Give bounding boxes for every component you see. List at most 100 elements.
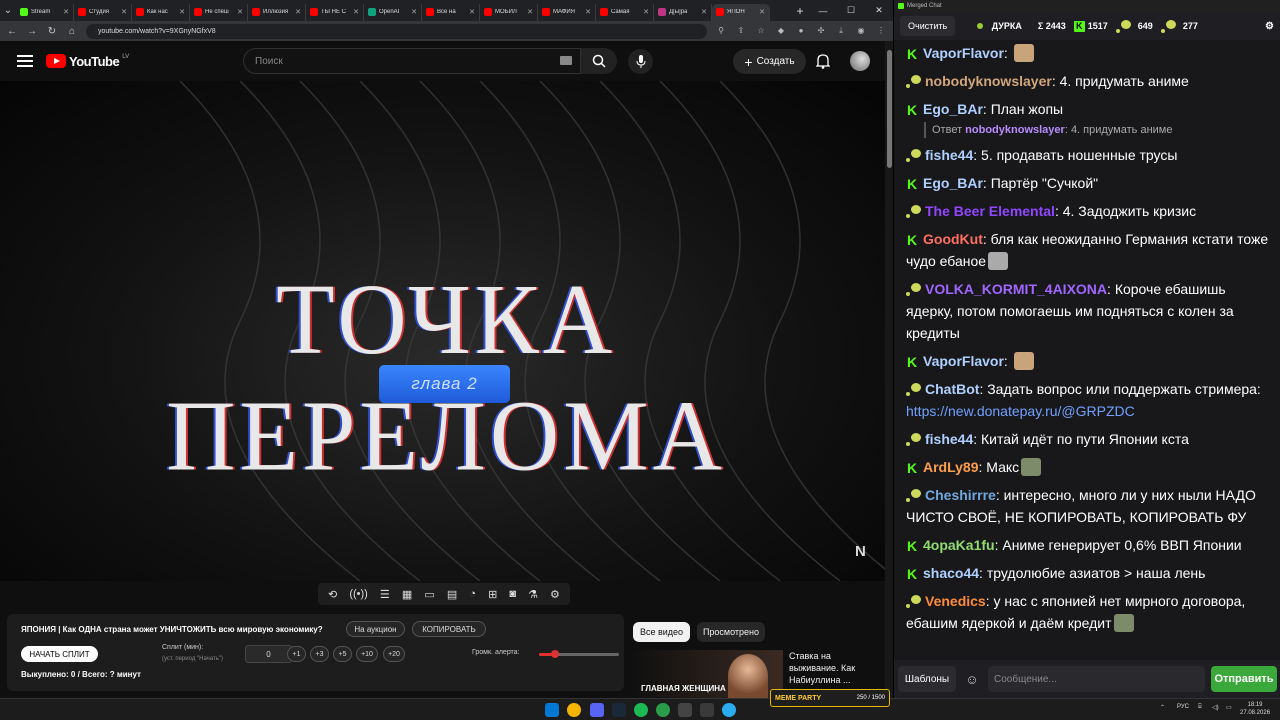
speed-icon[interactable]: ◔ (469, 588, 476, 600)
menu-icon[interactable]: ⋮ (875, 26, 887, 36)
send-button[interactable]: Отправить (1211, 666, 1277, 692)
new-tab-button[interactable]: + (791, 4, 809, 18)
chat-username[interactable]: ChatBot (925, 381, 979, 397)
auction-button[interactable]: На аукцион (346, 621, 405, 637)
obs-icon[interactable] (678, 703, 692, 717)
recommended-thumbnail[interactable]: ГЛАВНАЯ ЖЕНЩИНА (633, 650, 783, 698)
chat-username[interactable]: Ego_BAr (923, 175, 983, 191)
chat-username[interactable]: 4opaKa1fu (923, 537, 995, 553)
search-button[interactable] (581, 48, 617, 74)
youtube-logo[interactable]: YouTube LV (46, 54, 129, 69)
chat-username[interactable]: fishe44 (925, 431, 973, 447)
browser-tab[interactable]: OpenAI ✕ (364, 3, 422, 21)
browser-tab[interactable]: Stream ✕ (16, 3, 74, 21)
app-icon[interactable] (700, 703, 714, 717)
browser-tab[interactable]: ЯПОН ✕ (712, 3, 770, 21)
close-tab-icon[interactable]: ✕ (179, 8, 185, 16)
chat-username[interactable]: The Beer Elemental (925, 203, 1055, 219)
browser-tab[interactable]: Как нас ✕ (132, 3, 190, 21)
close-tab-icon[interactable]: ✕ (63, 8, 69, 16)
chat-settings-gear-icon[interactable]: ⚙ (1265, 21, 1274, 32)
close-tab-icon[interactable]: ✕ (353, 8, 359, 16)
add-clip-icon[interactable]: ⊞ (488, 588, 497, 601)
chip-watched[interactable]: Просмотрено (697, 622, 765, 642)
volume-icon[interactable]: ◁) (1212, 704, 1219, 711)
url-field[interactable]: youtube.com/watch?v=9XGnyNGfxV8 (86, 23, 707, 39)
share-icon[interactable]: ⇪ (735, 26, 747, 36)
chat-username[interactable]: Ego_BAr (923, 101, 983, 117)
voice-search-button[interactable] (628, 49, 653, 74)
video-player[interactable]: ТОЧКА ПЕРЕЛОМА глава 2 N (0, 81, 885, 581)
browser-tab[interactable]: МАФИЯ ✕ (538, 3, 596, 21)
templates-button[interactable]: Шаблоны (898, 666, 956, 692)
increment-button[interactable]: +10 (356, 646, 378, 662)
profile-icon[interactable]: ◉ (855, 26, 867, 36)
chat-username[interactable]: GoodKut (923, 231, 983, 247)
reply-username[interactable]: nobodyknowslayer (965, 124, 1065, 136)
clear-chat-button[interactable]: Очистить (900, 16, 956, 36)
browser-tab[interactable]: Студия ✕ (74, 3, 132, 21)
close-tab-icon[interactable]: ✕ (643, 8, 649, 16)
forward-icon[interactable]: → (26, 26, 38, 37)
browser-tab[interactable]: Самая ✕ (596, 3, 654, 21)
browser-tab[interactable]: Д[ы]ра ✕ (654, 3, 712, 21)
chat-username[interactable]: Cheshirrre (925, 487, 996, 503)
close-tab-icon[interactable]: ✕ (469, 8, 475, 16)
browser-tab[interactable]: Все на ✕ (422, 3, 480, 21)
tray-arrow-icon[interactable]: ⌃ (1160, 704, 1165, 711)
chat-username[interactable]: shaco44 (923, 565, 979, 581)
broadcast-icon[interactable]: ((•)) (349, 588, 368, 600)
extension-icon[interactable]: ◆ (775, 26, 787, 36)
home-icon[interactable]: ⌂ (66, 26, 78, 37)
browser-tab[interactable]: Не спеш ✕ (190, 3, 248, 21)
close-tab-icon[interactable]: ✕ (585, 8, 591, 16)
keyboard-icon[interactable] (560, 56, 572, 65)
back-icon[interactable]: ← (6, 26, 18, 37)
reload-icon[interactable]: ↻ (46, 26, 58, 37)
chrome-icon[interactable] (567, 703, 581, 717)
close-tab-icon[interactable]: ✕ (295, 8, 301, 16)
notifications-bell-icon[interactable] (816, 53, 830, 69)
alert-volume-knob[interactable] (551, 650, 559, 658)
windows-start-icon[interactable] (545, 703, 559, 717)
chat-username[interactable]: VaporFlavor (923, 45, 1004, 61)
chip-all-videos[interactable]: Все видео (633, 622, 690, 642)
chat-username[interactable]: fishe44 (925, 147, 973, 163)
close-tab-icon[interactable]: ✕ (411, 8, 417, 16)
close-tab-icon[interactable]: ✕ (527, 8, 533, 16)
increment-button[interactable]: +20 (383, 646, 405, 662)
minimize-icon[interactable]: — (809, 6, 837, 16)
emoji-icon[interactable]: ☺ (962, 672, 982, 687)
increment-button[interactable]: +3 (310, 646, 329, 662)
close-tab-icon[interactable]: ✕ (759, 8, 765, 16)
chat-username[interactable]: VOLKA_KORMIT_4AIXONA (925, 281, 1107, 297)
battery-icon[interactable]: ▭ (1226, 704, 1232, 711)
close-tab-icon[interactable]: ✕ (701, 8, 707, 16)
message-input[interactable]: Сообщение... (988, 666, 1205, 692)
close-tab-icon[interactable]: ✕ (121, 8, 127, 16)
increment-button[interactable]: +5 (333, 646, 352, 662)
alert-volume-slider[interactable] (539, 650, 619, 658)
settings-gear-icon[interactable]: ⚙ (550, 588, 560, 601)
close-tab-icon[interactable]: ✕ (237, 8, 243, 16)
subtitles-icon[interactable]: ▤ (447, 588, 457, 601)
telegram-icon[interactable] (722, 703, 736, 717)
download-icon[interactable]: ⤓ (835, 26, 847, 36)
browser-tab[interactable]: Иллюзия ✕ (248, 3, 306, 21)
split-minutes-input[interactable]: 0 (245, 645, 292, 663)
chat-username[interactable]: ArdLy89 (923, 459, 979, 475)
close-window-icon[interactable]: ✕ (865, 5, 893, 16)
extension-icon[interactable]: ● (795, 26, 807, 36)
loop-icon[interactable]: ⟲ (328, 588, 337, 601)
chat-link[interactable]: https://new.donatepay.ru/@GRPZDC (906, 403, 1135, 419)
steam-icon[interactable] (612, 703, 626, 717)
scrollbar-thumb[interactable] (887, 50, 892, 168)
chat-username[interactable]: nobodyknowslayer (925, 73, 1052, 89)
menu-burger-icon[interactable] (17, 55, 33, 67)
discord-icon[interactable] (590, 703, 604, 717)
language-indicator[interactable]: РУС (1177, 704, 1189, 710)
clapper-icon[interactable]: ▦ (402, 588, 412, 601)
zoom-icon[interactable]: ⚲ (715, 26, 727, 36)
network-icon[interactable]: ⌸ (1198, 704, 1202, 711)
create-button[interactable]: + Создать (733, 49, 806, 74)
